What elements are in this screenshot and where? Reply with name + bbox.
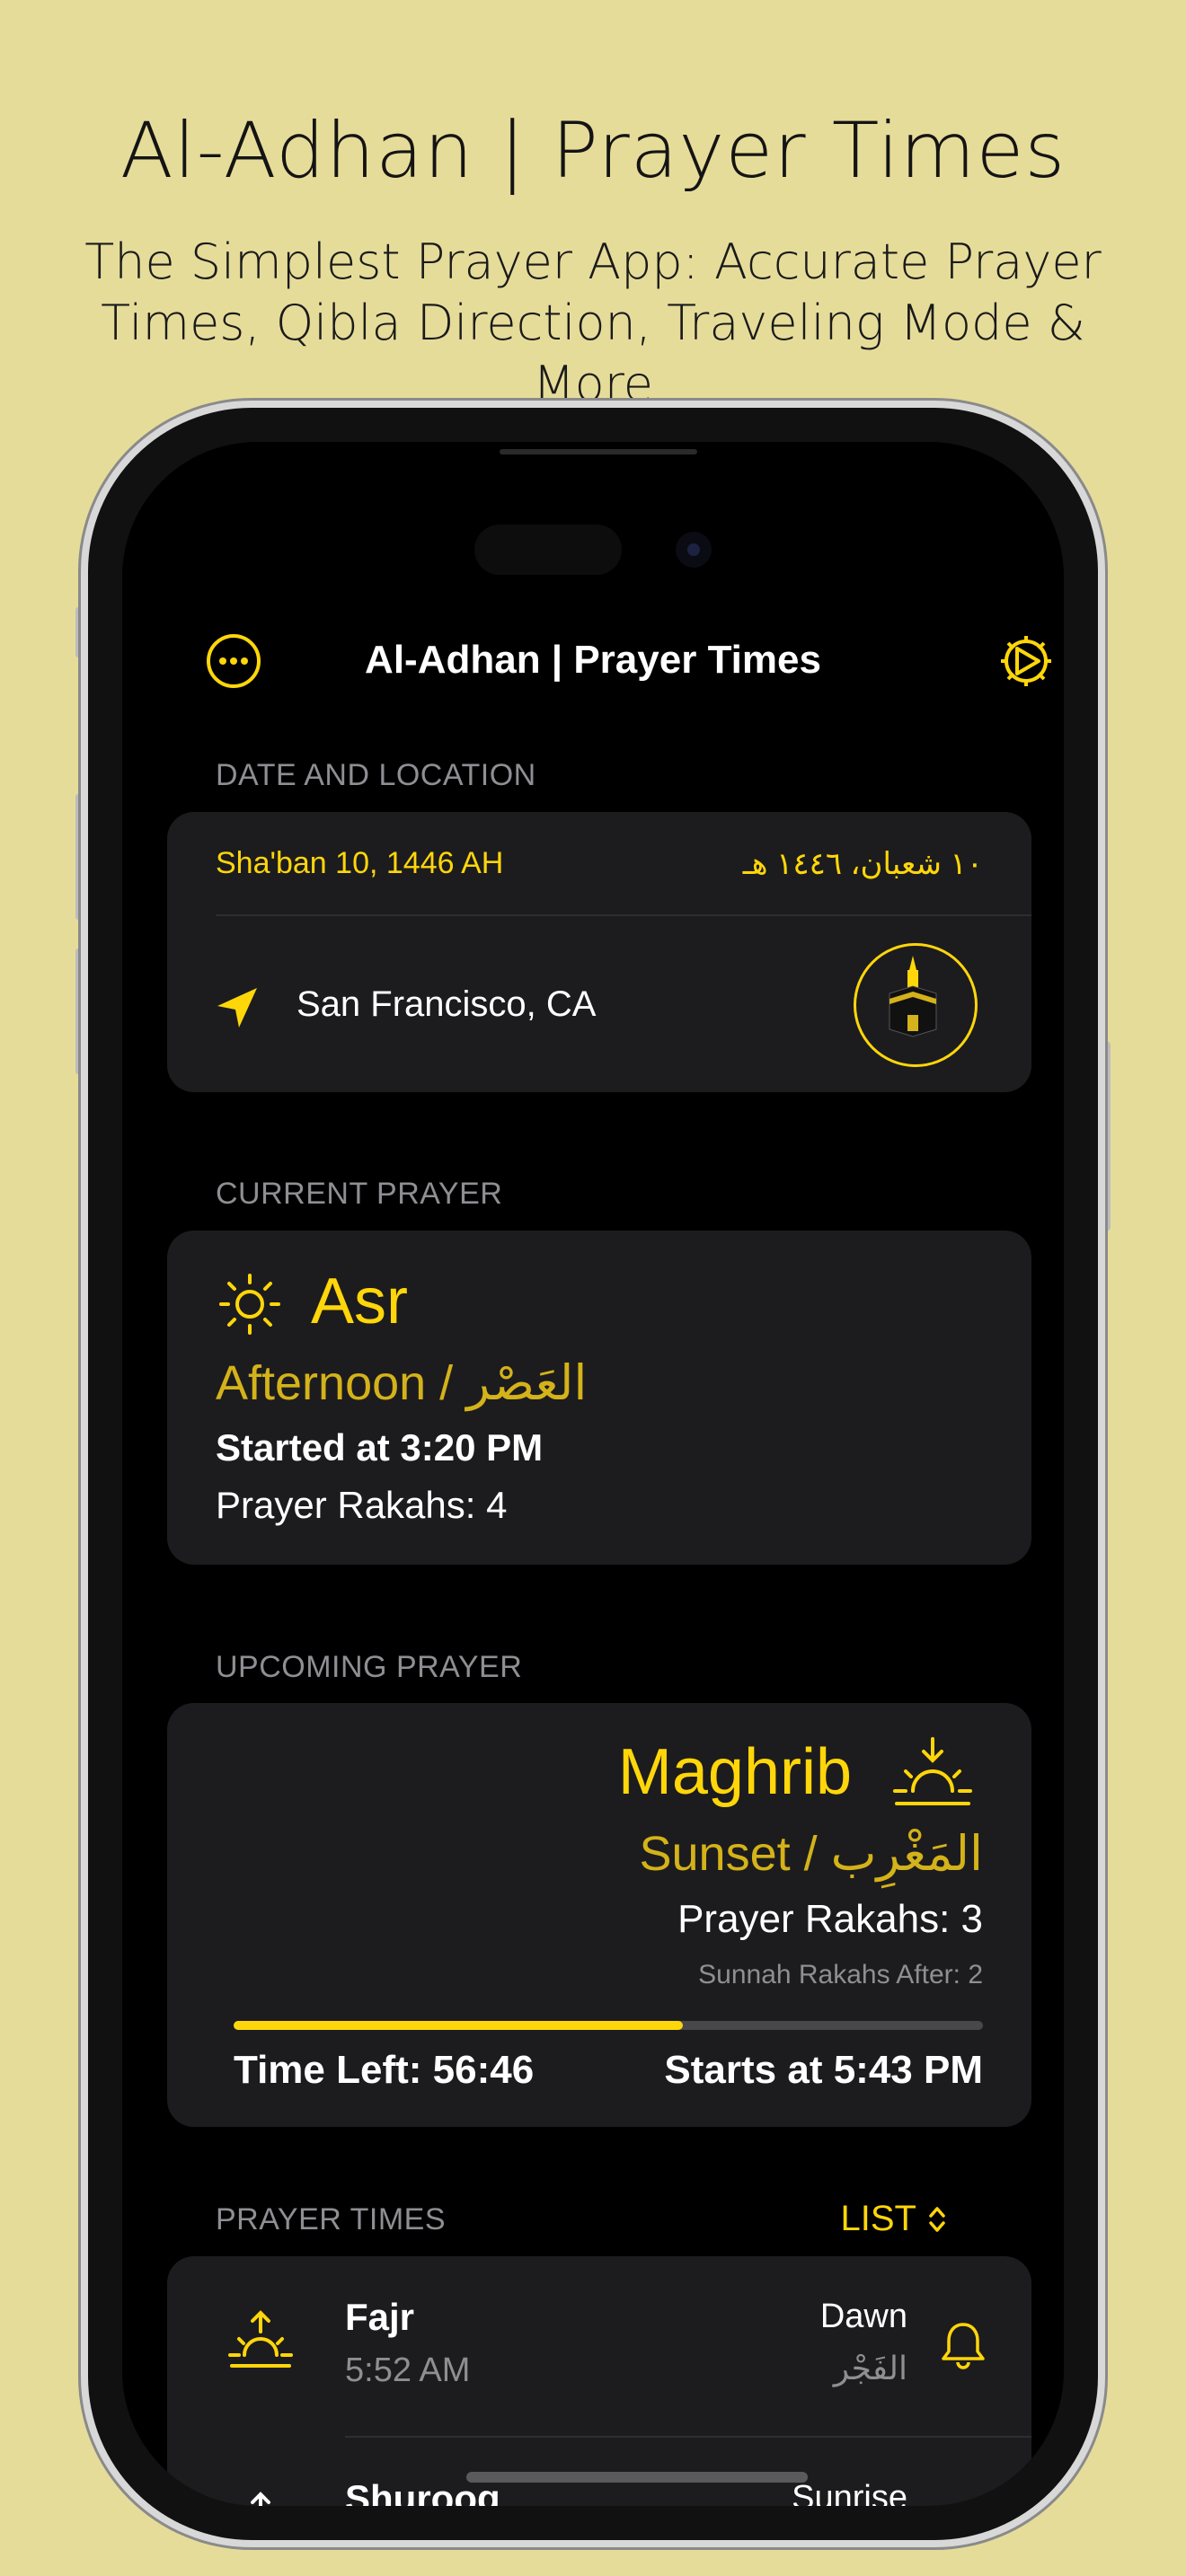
nav-title: Al-Adhan | Prayer Times [365, 638, 821, 682]
current-prayer-name: Asr [311, 1266, 408, 1337]
location-arrow-icon [217, 988, 257, 1028]
sun-rising-icon [251, 2492, 270, 2506]
location-name[interactable]: San Francisco, CA [296, 984, 596, 1025]
hijri-date-arabic: ١٠ شعبان، ١٤٤٦ هـ [742, 847, 983, 881]
dynamic-island [474, 525, 622, 575]
prayer-row-name: Fajr [345, 2296, 415, 2338]
upcoming-prayer-sunnah: Sunnah Rakahs After: 2 [698, 1960, 983, 1989]
sunrise-icon [228, 2310, 293, 2368]
phone-frame: Al-Adhan | Prayer Times DATE AND LOCATIO… [81, 401, 1105, 2547]
marketing-title: Al-Adhan | Prayer Times [119, 106, 1067, 196]
time-progress-fill [234, 2021, 684, 2030]
prayer-row-time: 5:52 AM [345, 2351, 471, 2389]
upcoming-start-time: Starts at 5:43 PM [664, 2048, 983, 2092]
prayer-row-bell-button[interactable] [940, 2319, 987, 2371]
front-camera [676, 532, 712, 568]
chevron-up-down-icon [929, 2206, 945, 2232]
section-label-date-location: DATE AND LOCATION [216, 758, 536, 792]
time-left: Time Left: 56:46 [234, 2048, 535, 2092]
section-label-prayer-times: PRAYER TIMES [216, 2202, 447, 2236]
list-toggle-label: LIST [840, 2199, 916, 2238]
prayer-row-arabic: الفَجْر [833, 2350, 907, 2386]
upcoming-prayer-card: Maghrib Sunset / المَغْرِب Prayer Rakahs… [167, 1703, 1031, 2127]
qibla-button[interactable] [854, 943, 978, 1067]
earpiece [500, 449, 697, 454]
list-view-toggle[interactable]: LIST [841, 2199, 947, 2239]
section-label-current-prayer: CURRENT PRAYER [216, 1177, 503, 1211]
gear-icon [1001, 636, 1051, 686]
upcoming-prayer-rakahs: Prayer Rakahs: 3 [677, 1897, 983, 1941]
prayer-row-english: Dawn [819, 2298, 907, 2335]
settings-button[interactable] [996, 631, 1053, 688]
bell-icon [942, 2323, 985, 2369]
current-prayer-card: Asr Afternoon / العَصْر Started at 3:20 … [167, 1231, 1031, 1565]
current-prayer-rakahs: Prayer Rakahs: 4 [216, 1484, 508, 1526]
current-prayer-subtitle: Afternoon / العَصْر [216, 1356, 588, 1410]
kaaba-icon [889, 956, 937, 1037]
prayer-times-card: Fajr 5:52 AM Dawn الفَجْر Shuroog Sunris… [167, 2256, 1031, 2506]
marketing-subtitle-line-2: Times, Qibla Direction, Traveling Mode &… [101, 295, 1085, 412]
prayer-row-icon-wrap [225, 2310, 296, 2373]
prayer-row-english: Sunrise [792, 2479, 907, 2506]
section-label-upcoming-prayer: UPCOMING PRAYER [216, 1650, 523, 1684]
upcoming-prayer-icon-wrap [888, 1735, 978, 1811]
prayer-row-fajr[interactable]: Fajr 5:52 AM Dawn الفَجْر [167, 2256, 1031, 2438]
upcoming-prayer-name: Maghrib [617, 1736, 852, 1808]
sunset-icon [893, 1737, 972, 1805]
current-prayer-icon-wrap [214, 1268, 286, 1340]
date-location-card: Sha'ban 10, 1446 AH ١٠ شعبان، ١٤٤٦ هـ Sa… [167, 812, 1031, 1092]
current-prayer-start: Started at 3:20 PM [216, 1426, 544, 1469]
time-progress-bar [234, 2021, 983, 2030]
marketing-subtitle-line-1: The Simplest Prayer App: Accurate Prayer [84, 234, 1102, 290]
sun-icon [219, 1274, 280, 1335]
hijri-date-english: Sha'ban 10, 1446 AH [216, 846, 504, 880]
upcoming-prayer-subtitle: Sunset / المَغْرِب [639, 1827, 984, 1881]
prayer-row-icon-wrap [225, 2492, 296, 2506]
home-indicator[interactable] [466, 2472, 808, 2483]
app-screen: Al-Adhan | Prayer Times DATE AND LOCATIO… [122, 442, 1064, 2506]
marketing-subtitle: The Simplest Prayer App: Accurate Prayer… [36, 232, 1150, 415]
phone-band: Al-Adhan | Prayer Times DATE AND LOCATIO… [88, 408, 1098, 2540]
card-divider [216, 914, 1031, 916]
location-row[interactable] [212, 983, 262, 1033]
